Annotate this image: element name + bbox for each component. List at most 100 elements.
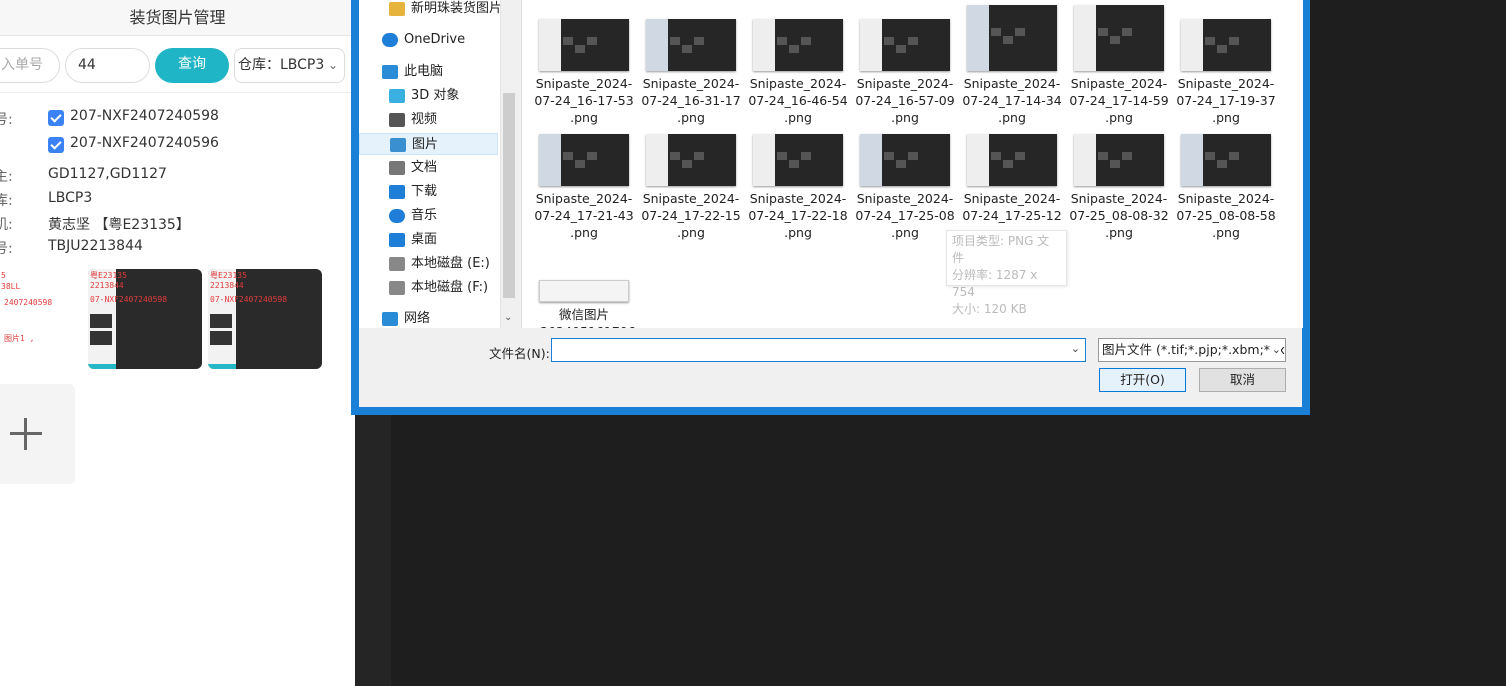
thumb-panel xyxy=(753,134,775,186)
nav-item[interactable]: 视频 xyxy=(359,109,499,131)
file-item[interactable]: Snipaste_2024- 07-24_16-17-53 .png xyxy=(534,19,634,131)
filetype-select[interactable]: 图片文件 (*.tif;*.pjp;*.xbm;*.jxl ⌄ xyxy=(1098,338,1286,362)
file-item[interactable]: 微信图片_20240516170640.png xyxy=(534,250,636,328)
thumb-block xyxy=(694,152,704,161)
file-item[interactable]: Snipaste_2024- 07-24_16-57-09 .png xyxy=(855,19,955,131)
scroll-down-icon[interactable]: ⌄ xyxy=(504,312,512,323)
photo-thumbnail[interactable]: 5 38LL 2407240598 图片1 , xyxy=(0,269,82,369)
file-name-line: 07-24_17-21-43 xyxy=(534,208,634,223)
thumb-block xyxy=(991,28,1001,37)
thumb-block xyxy=(587,37,597,46)
nav-item[interactable]: 此电脑 xyxy=(359,61,499,83)
nav-item[interactable]: 文档 xyxy=(359,157,499,179)
file-name-line: Snipaste_2024- xyxy=(749,76,847,91)
file-name-line: .png xyxy=(1212,110,1240,125)
file-name-line: .png xyxy=(1105,225,1133,240)
thumb-block xyxy=(991,152,1001,161)
nav-item-label: OneDrive xyxy=(404,32,466,47)
thumb-text: 5 xyxy=(1,271,6,280)
thumb-block xyxy=(1205,37,1215,46)
file-thumbnail xyxy=(1181,134,1271,186)
thumb-text: 粤E23135 xyxy=(90,271,127,280)
video-icon xyxy=(389,113,405,127)
dialog-footer: 文件名(N): ⌄ 图片文件 (*.tif;*.pjp;*.xbm;*.jxl … xyxy=(359,328,1302,407)
thumb-block xyxy=(1015,28,1025,37)
tooltip-resolution: 分辨率: 1287 x 754 xyxy=(952,268,1038,299)
thumb-block xyxy=(777,152,787,161)
thumb-block xyxy=(1098,28,1108,37)
thumb-panel xyxy=(646,19,668,71)
owner-label: 主: xyxy=(0,169,13,185)
nav-item[interactable]: 下载 xyxy=(359,181,499,203)
file-item[interactable]: Snipaste_2024- 07-24_17-25-08 .png xyxy=(855,134,955,246)
file-name-line: Snipaste_2024- xyxy=(963,191,1061,206)
nav-item-label: 本地磁盘 (E:) xyxy=(411,256,490,271)
file-name-line: Snipaste_2024- xyxy=(749,191,847,206)
container-label: 号: xyxy=(0,241,13,257)
nav-item[interactable]: 本地磁盘 (E:) xyxy=(359,253,499,275)
chevron-down-icon[interactable]: ⌄ xyxy=(1071,342,1080,355)
filename-input[interactable]: ⌄ xyxy=(551,338,1086,362)
photo-thumbnail[interactable]: 粤E23135 2213844 07-NXF2407240598 xyxy=(208,269,322,369)
file-name-line: 07-24_16-46-54 xyxy=(748,93,848,108)
nav-item[interactable]: OneDrive xyxy=(359,29,499,51)
thumb-block xyxy=(1003,36,1013,45)
query-button[interactable]: 查询 xyxy=(155,48,229,83)
nav-item[interactable]: 3D 对象 xyxy=(359,85,499,107)
thumb-block xyxy=(563,37,573,46)
order-number: 207-NXF2407240598 xyxy=(70,108,219,124)
thumb-block xyxy=(563,152,573,161)
photo-thumbnail[interactable]: 粤E23135 2213844 07-NXF2407240598 xyxy=(88,269,202,369)
nav-item[interactable]: 桌面 xyxy=(359,229,499,251)
file-name-line: 07-24_17-19-37 xyxy=(1176,93,1276,108)
order-checkbox[interactable] xyxy=(48,137,64,153)
file-name-line: .png xyxy=(677,225,705,240)
warehouse-select[interactable]: 仓库：LBCP3 ⌄ xyxy=(234,48,345,83)
file-item[interactable]: Snipaste_2024- 07-24_17-22-15 .png xyxy=(641,134,741,246)
thumb-block xyxy=(90,314,112,328)
nav-item[interactable]: 本地磁盘 (F:) xyxy=(359,277,499,299)
thumb-panel xyxy=(539,19,561,71)
thumb-block xyxy=(884,152,894,161)
order-checkbox[interactable] xyxy=(48,110,64,126)
file-name: Snipaste_2024- 07-24_17-19-37 .png xyxy=(1176,75,1276,126)
nav-item[interactable]: 音乐 xyxy=(359,205,499,227)
file-thumbnail xyxy=(967,134,1057,186)
quantity-input[interactable]: 44 xyxy=(65,48,150,83)
file-name-line: .png xyxy=(570,225,598,240)
file-item[interactable]: Snipaste_2024- 07-24_17-14-34 .png xyxy=(962,5,1062,131)
music-icon xyxy=(389,209,405,223)
order-number: 207-NXF2407240596 xyxy=(70,135,219,151)
file-name-line: 微信图片 xyxy=(558,307,609,322)
thumb-bar xyxy=(208,364,236,369)
nav-scrollbar[interactable]: ⌄ xyxy=(500,0,516,328)
drive-icon xyxy=(389,281,405,295)
file-item[interactable]: Snipaste_2024- 07-25_08-08-58 .png xyxy=(1176,134,1276,246)
order-number-input[interactable]: 入单号 xyxy=(0,48,60,83)
file-item[interactable]: Snipaste_2024- 07-24_17-22-18 .png xyxy=(748,134,848,246)
add-photo-button[interactable] xyxy=(0,384,75,484)
file-item[interactable]: Snipaste_2024- 07-24_16-46-54 .png xyxy=(748,19,848,131)
file-thumbnail xyxy=(753,134,843,186)
nav-item[interactable]: 图片 xyxy=(359,133,498,155)
open-button[interactable]: 打开(O) xyxy=(1099,368,1186,392)
file-thumbnail xyxy=(1074,134,1164,186)
nav-item[interactable]: 网络 xyxy=(359,308,499,328)
file-item[interactable]: Snipaste_2024- 07-24_17-19-37 .png xyxy=(1176,19,1276,131)
file-item[interactable]: Snipaste_2024- 07-24_16-31-17 .png xyxy=(641,19,741,131)
file-item[interactable]: Snipaste_2024- 07-24_17-14-59 .png xyxy=(1069,5,1169,131)
file-item[interactable]: Snipaste_2024- 07-24_17-21-43 .png xyxy=(534,134,634,246)
scrollbar-thumb[interactable] xyxy=(503,93,515,298)
drive-icon xyxy=(389,257,405,271)
chevron-down-icon: ⌄ xyxy=(1269,339,1281,361)
thumb-block xyxy=(1015,152,1025,161)
thumb-block xyxy=(1122,28,1132,37)
thumb-block xyxy=(1229,37,1239,46)
thumb-block xyxy=(210,314,232,328)
cancel-button[interactable]: 取消 xyxy=(1199,368,1286,392)
file-item[interactable]: Snipaste_2024- 07-25_08-08-32 .png xyxy=(1069,134,1169,246)
nav-item-label: 视频 xyxy=(411,112,438,127)
file-name-line: 07-24_16-57-09 xyxy=(855,93,955,108)
thumb-block xyxy=(1003,160,1013,169)
nav-item[interactable]: 新明珠装货图片 xyxy=(359,0,502,20)
